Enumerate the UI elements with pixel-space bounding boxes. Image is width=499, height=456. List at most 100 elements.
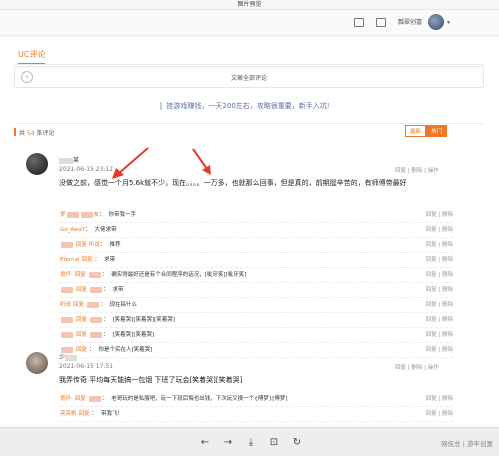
commenter-avatar[interactable] <box>26 352 48 374</box>
reply-text: [笑着哭][笑着哭][笑着哭] <box>112 317 175 323</box>
comment-actions: 回复 | 删除 | 操作 <box>395 168 439 174</box>
delete-button[interactable]: 删除 <box>442 317 453 323</box>
delete-button[interactable]: 删除 <box>442 242 453 248</box>
reply-button[interactable]: 回复 <box>395 365 406 371</box>
reply-item: Eternal 回复：求带 回复 | 删除 <box>60 253 453 268</box>
reply-button[interactable]: 回复 <box>426 317 437 323</box>
message-icon[interactable] <box>354 18 364 27</box>
reply-text: 带我飞! <box>101 411 120 417</box>
annotation-arrow-left <box>112 147 149 179</box>
reply-button[interactable]: 回复 <box>426 257 437 263</box>
commenter-name-text: 某 <box>73 157 80 164</box>
comment-text: 没做之前，感觉一个月5.6k就不少，现在。。。。一万多，也就那么回事，但是真的，… <box>59 179 407 187</box>
reply-button[interactable]: 回复 <box>426 227 437 233</box>
comment-count: 共 54 条评论 <box>14 128 55 137</box>
reply-button[interactable]: 回复 <box>426 242 437 248</box>
window-title: 图片预览 <box>237 1 262 8</box>
reply-text: [笑着哭][笑着哭] <box>112 332 155 338</box>
more-button[interactable]: 操作 <box>428 168 439 174</box>
delete-button[interactable]: 删除 <box>442 411 453 417</box>
tab-divider <box>14 64 484 65</box>
reply-to[interactable]: 听说 <box>89 242 100 248</box>
rotate-icon[interactable]: ↻ <box>290 436 304 450</box>
header-user-name[interactable]: 瓢翠创富 <box>398 17 422 26</box>
more-button[interactable]: 操作 <box>428 365 439 371</box>
reply-tag: 回复 <box>76 317 88 323</box>
blurred-name <box>59 157 73 164</box>
blurred-name <box>65 354 78 361</box>
reply-tag: 回复 <box>74 396 86 402</box>
reply-actions: 回复 | 删除 <box>425 302 453 308</box>
download-icon[interactable]: ⤓ <box>244 436 258 450</box>
reply-actions: 回复 | 删除 <box>425 317 453 323</box>
blurred-name <box>61 331 73 338</box>
reply-button[interactable]: 回复 <box>395 168 406 174</box>
reply-author[interactable]: 梦 <box>60 212 66 218</box>
commenter-name[interactable]: 少 <box>59 352 78 361</box>
reply-button[interactable]: 回复 <box>426 347 437 353</box>
crop-icon[interactable]: ⊡ <box>267 436 281 450</box>
reply-button[interactable]: 回复 <box>426 302 437 308</box>
mail-icon[interactable] <box>376 18 386 27</box>
delete-button[interactable]: 删除 <box>442 287 453 293</box>
delete-button[interactable]: 删除 <box>411 168 422 174</box>
delete-button[interactable]: 删除 <box>442 302 453 308</box>
blurred-name <box>90 316 103 323</box>
reply-to[interactable]: 友 <box>94 212 100 218</box>
article-title: 文章全部评论 <box>230 75 267 82</box>
reply-button[interactable]: 回复 <box>426 272 437 278</box>
delete-button[interactable]: 删除 <box>442 257 453 263</box>
delete-button[interactable]: 删除 <box>442 272 453 278</box>
blurred-name <box>88 395 101 402</box>
quote-text: 挂游戏赚钱，一天200左右，攻略很重要，新手入坑! <box>166 102 330 110</box>
reply-tag: 回复 <box>76 242 88 248</box>
reply-button[interactable]: 回复 <box>426 212 437 218</box>
reply-button[interactable]: 回复 <box>426 396 437 402</box>
blurred-name <box>87 301 100 308</box>
count-suffix: 条评论 <box>36 130 55 137</box>
delete-button[interactable]: 删除 <box>442 212 453 218</box>
delete-button[interactable]: 删除 <box>442 347 453 353</box>
reply-text: 求带 <box>112 287 124 293</box>
comment-actions: 回复 | 删除 | 操作 <box>395 365 439 371</box>
reply-tag: 回复 <box>81 257 93 263</box>
blurred-name <box>66 211 79 218</box>
reply-button[interactable]: 回复 <box>426 287 437 293</box>
blurred-name <box>80 211 93 218</box>
reply-tag: 回复 <box>74 272 86 278</box>
count-number: 54 <box>26 130 35 137</box>
sort-newest-button[interactable]: 最新 <box>405 125 427 137</box>
header-avatar[interactable] <box>428 14 444 30</box>
reply-actions: 回复 | 删除 <box>425 212 453 218</box>
reply-tag: 回复 <box>78 411 90 417</box>
delete-button[interactable]: 删除 <box>442 332 453 338</box>
delete-button[interactable]: 删除 <box>442 396 453 402</box>
prev-icon[interactable]: ← <box>198 436 212 450</box>
reply-actions: 回复 | 删除 <box>425 347 453 353</box>
blurred-name <box>90 331 103 338</box>
tab-uc-comments[interactable]: UC评论 <box>18 49 46 65</box>
commenter-avatar[interactable] <box>26 153 48 175</box>
reply-item: 回复：你是个实在人[笑着哭] 回复 | 删除 <box>60 343 453 358</box>
delete-button[interactable]: 删除 <box>442 227 453 233</box>
reply-button[interactable]: 回复 <box>426 411 437 417</box>
reply-author[interactable]: 听说 <box>60 302 71 308</box>
reply-actions: 回复 | 删除 <box>425 227 453 233</box>
top-toolbar: 瓢翠创富 ▾ <box>0 10 499 36</box>
reply-button[interactable]: 回复 <box>426 332 437 338</box>
reply-author[interactable]: 诡坏· <box>60 396 73 402</box>
reply-item: 诡坏· 回复：确实得最好还是有个合同程序的话况，[呲牙笑][呲牙笑] 回复 | 删… <box>60 268 453 283</box>
chevron-down-icon[interactable]: ▾ <box>447 19 450 26</box>
commenter-name[interactable]: 某 <box>59 155 79 164</box>
reply-item: 听说 回复：现在搞什么 回复 | 删除 <box>60 298 453 313</box>
reply-author[interactable]: Eternal <box>60 257 80 263</box>
reply-author[interactable]: 诡坏· <box>60 272 73 278</box>
comment-time: 2021-06-15 17:51 <box>59 363 114 370</box>
reply-author[interactable]: Go_AwaY <box>60 227 85 233</box>
next-icon[interactable]: → <box>221 436 235 450</box>
reply-text: 现在搞什么 <box>109 302 138 308</box>
reply-author[interactable]: 亮亮帆 <box>60 411 77 417</box>
reply-item: 回复： [笑着哭][笑着哭] 回复 | 删除 <box>60 328 453 343</box>
delete-button[interactable]: 删除 <box>411 365 422 371</box>
sort-hot-button[interactable]: 热门 <box>426 125 448 137</box>
